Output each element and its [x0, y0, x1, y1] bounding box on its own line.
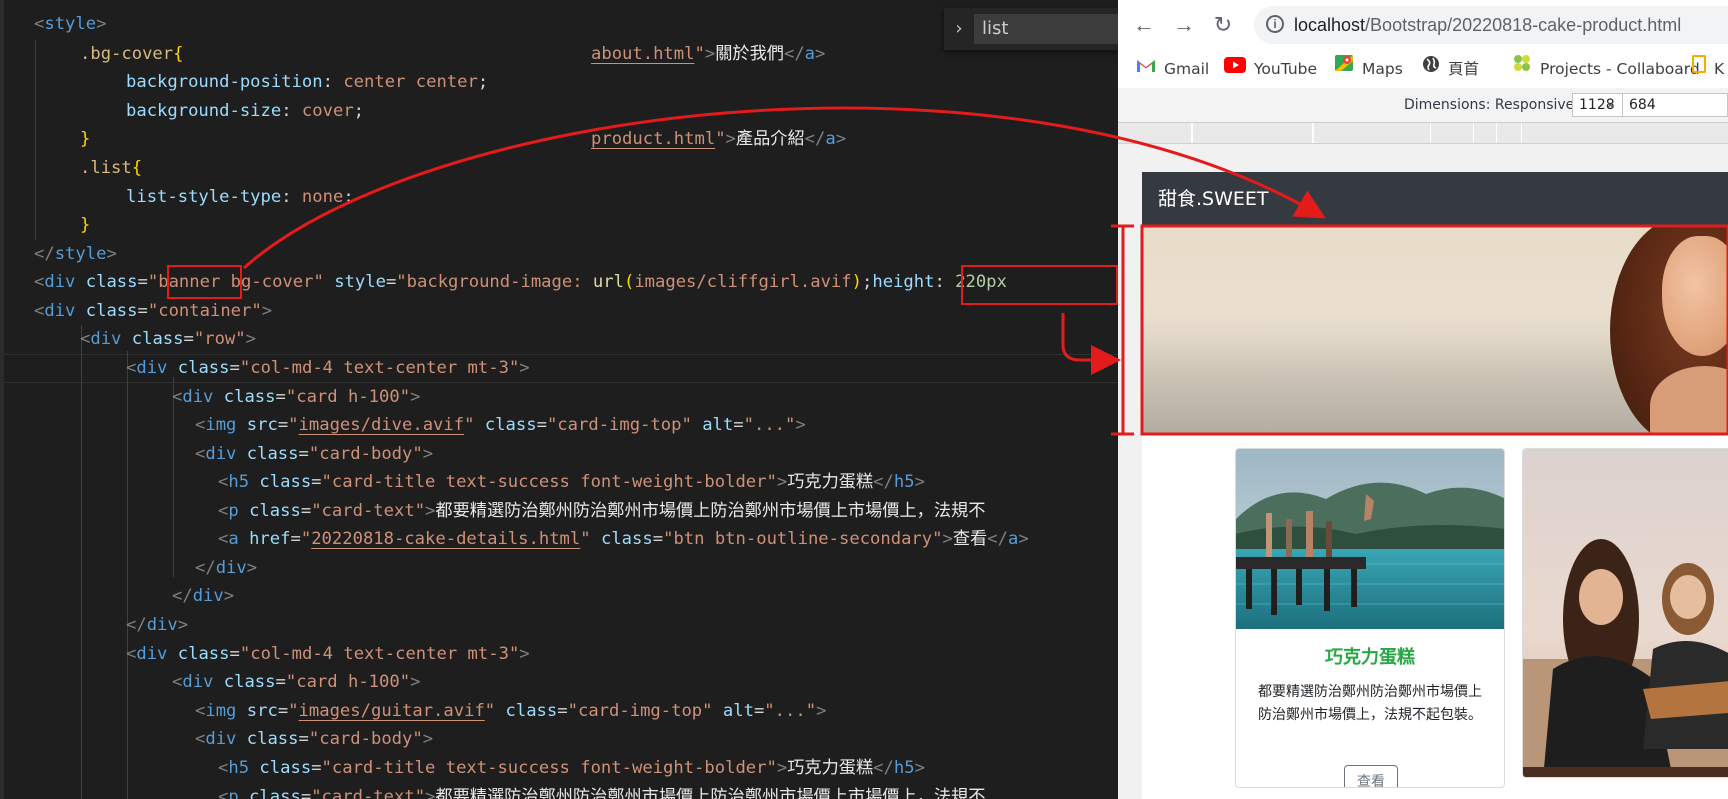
indent-guide [127, 351, 128, 799]
code-line: .list{ [80, 158, 143, 178]
code-line: <h5 class="card-title text-success font-… [218, 472, 925, 492]
code-line: <a href="20220818-cake-details.html" cla… [218, 529, 1029, 549]
card-text: 都要精選防治鄭州防治鄭州市場價上防治鄭州市場價上，法規不起包裝。 [1258, 684, 1482, 723]
viewport-height-input[interactable]: 684 [1622, 93, 1728, 117]
code-line: list-style-type: none; [126, 187, 354, 207]
media-query-ruler[interactable] [1118, 123, 1728, 144]
code-line: } [80, 215, 91, 235]
site-info-icon[interactable]: i [1266, 15, 1284, 33]
code-line: background-size: cover; [126, 101, 365, 121]
reload-icon[interactable]: ↻ [1208, 10, 1238, 40]
code-line: <div class="col-md-4 text-center mt-3"> [126, 644, 530, 664]
dimension-separator: × [1606, 97, 1615, 114]
collaboard-icon [1512, 49, 1532, 87]
gmail-icon [1136, 49, 1156, 87]
browser-toolbar: ← → ↻ i localhost/Bootstrap/20220818-cak… [1118, 0, 1728, 50]
forward-arrow-icon[interactable]: → [1169, 10, 1199, 40]
code-line: } [80, 129, 91, 149]
dimensions-select[interactable]: Dimensions: Responsive ▼ [1404, 88, 1590, 122]
globe-icon [1422, 49, 1440, 87]
code-line: <p class="card-text">都要精選防治鄭州防治鄭州市場價上防治鄭… [218, 501, 986, 521]
code-line: <img src="images/dive.avif" class="card-… [195, 415, 806, 435]
card-image-guitar [1523, 449, 1728, 777]
page-navbar: 甜食.SWEET [1142, 172, 1728, 226]
bookmark-homepage[interactable]: 頁首 [1422, 50, 1479, 88]
address-bar[interactable]: i localhost/Bootstrap/20220818-cake-prod… [1254, 6, 1728, 44]
maps-icon [1334, 49, 1354, 87]
address-url[interactable]: localhost/Bootstrap/20220818-cake-produc… [1294, 6, 1681, 44]
code-line: </div> [195, 558, 258, 578]
code-line: </div> [172, 586, 235, 606]
bookmark-maps[interactable]: Maps [1334, 50, 1403, 88]
code-line: <div class="row"> [80, 329, 256, 349]
indent-guide [35, 40, 36, 240]
code-line: <div class="card-body"> [195, 444, 434, 464]
find-input[interactable]: list [974, 14, 1118, 44]
product-card [1522, 448, 1728, 778]
code-line: <div class="card-body"> [195, 729, 434, 749]
code-line: .bg-cover{ [80, 44, 184, 64]
code-line: <p class="card-text">都要精選防治鄭州防治鄭州市場價上防治鄭… [218, 787, 986, 799]
view-details-button[interactable]: 查看 [1344, 765, 1398, 787]
annotation-box-height [961, 265, 1118, 305]
code-line: <h5 class="card-title text-success font-… [218, 758, 925, 778]
back-arrow-icon[interactable]: ← [1129, 10, 1159, 40]
bookmark-icon [1692, 49, 1706, 87]
annotation-box-banner [167, 265, 242, 299]
code-line: </div> [126, 615, 189, 635]
card-title: 巧克力蛋糕 [1325, 647, 1415, 668]
chevron-right-icon[interactable]: › [950, 18, 968, 40]
code-line: product.html">產品介紹</a> [591, 129, 847, 149]
code-line: <img src="images/guitar.avif" class="car… [195, 701, 827, 721]
code-line: </style> [34, 244, 117, 264]
rendered-page: 甜食.SWEET 巧克力蛋糕 都要精選防治鄭州防治鄭州市場價上防治鄭州市場價上，… [1142, 172, 1728, 799]
browser-window: ← → ↻ i localhost/Bootstrap/20220818-cak… [1118, 0, 1728, 799]
find-widget[interactable]: › list [944, 8, 1118, 50]
youtube-icon [1224, 49, 1246, 87]
bookmark-gmail[interactable]: Gmail [1136, 50, 1209, 88]
devtools-device-toolbar: Dimensions: Responsive ▼ 1128 × 684 [1118, 88, 1728, 123]
code-editor[interactable]: <style> .bg-cover{ about.html">關於我們</a> … [0, 0, 1118, 799]
code-line: <div class="col-md-4 text-center mt-3"> [126, 358, 530, 378]
code-line: <style> [34, 14, 107, 34]
product-card: 巧克力蛋糕 都要精選防治鄭州防治鄭州市場價上防治鄭州市場價上，法規不起包裝。 查… [1235, 448, 1505, 788]
code-line: <div class="card h-100"> [172, 672, 421, 692]
bookmarks-bar: Gmail YouTube Maps 頁首 Projects - Collabo… [1118, 50, 1728, 89]
bookmark-youtube[interactable]: YouTube [1224, 50, 1317, 88]
editor-gutter [0, 0, 4, 799]
banner-image [1142, 226, 1728, 434]
navbar-brand[interactable]: 甜食.SWEET [1158, 172, 1269, 226]
code-line: <div class="container"> [34, 301, 273, 321]
indent-guide [81, 325, 82, 799]
code-line: <div class="card h-100"> [172, 387, 421, 407]
code-line: background-position: center center; [126, 72, 489, 92]
bookmark-folder[interactable]: K [1692, 50, 1724, 88]
device-viewport: 甜食.SWEET 巧克力蛋糕 都要精選防治鄭州防治鄭州市場價上防治鄭州市場價上，… [1118, 144, 1728, 799]
card-image-dive [1236, 449, 1504, 629]
bookmark-collaboard[interactable]: Projects - Collaboard [1512, 50, 1700, 88]
code-line: about.html">關於我們</a> [591, 44, 826, 64]
